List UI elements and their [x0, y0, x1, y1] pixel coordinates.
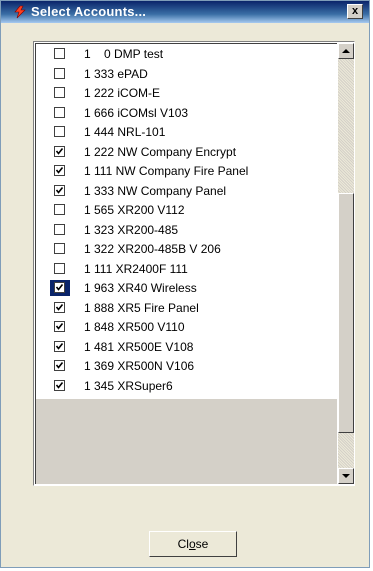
account-checkbox[interactable] — [54, 262, 65, 274]
account-label: 1 111 NW Company Fire Panel — [84, 164, 249, 178]
list-item[interactable]: 1 345 XRSuper6 — [36, 378, 336, 394]
account-checkbox[interactable] — [54, 243, 65, 254]
arrow-up-icon — [342, 49, 350, 53]
list-empty-area — [36, 399, 337, 484]
list-item[interactable]: 1 111 XR2400F 111 — [36, 261, 336, 277]
account-checkbox[interactable] — [54, 321, 65, 332]
account-label: 1 565 XR200 V112 — [84, 203, 185, 217]
account-label: 1 369 XR500N V106 — [84, 359, 195, 373]
account-label: 1 666 iCOMsl V103 — [84, 105, 189, 120]
list-item[interactable]: 1 888 XR5 Fire Panel — [36, 300, 336, 316]
account-checkbox[interactable] — [54, 379, 65, 391]
account-label: 1 0 DMP test — [84, 47, 164, 61]
checkmark-icon — [55, 342, 64, 350]
account-checkbox[interactable] — [54, 360, 65, 371]
account-checkbox[interactable] — [54, 282, 65, 293]
list-item[interactable]: 1 111 NW Company Fire Panel — [36, 163, 336, 179]
list-item[interactable]: 1 565 XR200 V112 — [36, 202, 336, 218]
account-checkbox[interactable] — [54, 106, 65, 118]
list-item[interactable]: 1 444 NRL-101 — [36, 124, 336, 140]
close-button-mnemonic: o — [188, 537, 196, 551]
account-label: 1 345 XRSuper6 — [84, 378, 173, 393]
close-icon: x — [351, 5, 359, 17]
account-label: 1 333 NW Company Panel — [84, 183, 227, 198]
list-item[interactable]: 1 481 XR500E V108 — [36, 339, 336, 355]
checkmark-icon — [55, 323, 64, 330]
list-item[interactable]: 1 322 XR200-485B V 206 — [36, 241, 336, 257]
account-label: 1 888 XR5 Fire Panel — [84, 300, 199, 315]
account-checkbox[interactable] — [54, 204, 65, 215]
list-item[interactable]: 1 666 iCOMsl V103 — [36, 105, 336, 121]
account-label: 1 323 XR200-485 — [84, 222, 179, 237]
list-item[interactable]: 1 0 DMP test — [36, 46, 336, 62]
app-icon — [14, 5, 26, 19]
checkmark-icon — [55, 362, 64, 369]
account-label: 1 963 XR40 Wireless — [84, 281, 197, 295]
title-bar[interactable]: Select Accounts... x — [1, 1, 369, 23]
scroll-down-button[interactable] — [338, 468, 354, 484]
accounts-listbox[interactable]: 1 0 DMP test 1 333 ePAD 1 222 iCOM-E 1 666 … — [33, 41, 355, 486]
account-checkbox[interactable] — [54, 301, 65, 313]
account-checkbox[interactable] — [54, 48, 65, 59]
account-checkbox[interactable] — [54, 145, 65, 157]
close-button-label-prefix: Cl — [177, 537, 189, 551]
close-button-label-suffix: se — [195, 537, 209, 551]
list-item[interactable]: 1 222 iCOM-E — [36, 85, 336, 101]
account-label: 1 322 XR200-485B V 206 — [84, 242, 221, 256]
checkmark-icon — [55, 284, 64, 291]
account-label: 1 848 XR500 V110 — [84, 320, 185, 334]
account-label: 1 222 iCOM-E — [84, 86, 161, 100]
account-checkbox[interactable] — [54, 87, 65, 98]
account-checkbox[interactable] — [54, 165, 65, 176]
close-window-button[interactable]: x — [347, 4, 363, 19]
accounts-list: 1 0 DMP test 1 333 ePAD 1 222 iCOM-E 1 666 … — [35, 43, 337, 484]
list-item[interactable]: 1 963 XR40 Wireless — [36, 280, 336, 296]
account-label: 1 111 XR2400F 111 — [84, 261, 188, 276]
account-label: 1 222 NW Company Encrypt — [84, 144, 237, 159]
scroll-up-button[interactable] — [338, 43, 354, 59]
account-label: 1 481 XR500E V108 — [84, 339, 194, 354]
account-label: 1 444 NRL-101 — [84, 125, 166, 139]
list-item[interactable]: 1 369 XR500N V106 — [36, 358, 336, 374]
checkmark-icon — [55, 147, 64, 155]
account-checkbox[interactable] — [54, 126, 65, 137]
checkmark-icon — [55, 303, 64, 311]
scrollbar-thumb[interactable] — [338, 193, 354, 433]
checkmark-icon — [55, 186, 64, 194]
account-checkbox[interactable] — [54, 340, 65, 352]
account-checkbox[interactable] — [54, 223, 65, 235]
checkmark-icon — [55, 167, 64, 174]
account-checkbox[interactable] — [54, 184, 65, 196]
list-item[interactable]: 1 222 NW Company Encrypt — [36, 144, 336, 160]
arrow-down-icon — [342, 474, 350, 478]
account-label: 1 333 ePAD — [84, 66, 148, 81]
list-item[interactable]: 1 848 XR500 V110 — [36, 319, 336, 335]
list-item[interactable]: 1 333 ePAD — [36, 66, 336, 82]
list-item[interactable]: 1 333 NW Company Panel — [36, 183, 336, 199]
select-accounts-dialog: Select Accounts... x 1 0 DMP test 1 333 e… — [0, 0, 370, 568]
window-title: Select Accounts... — [31, 4, 147, 19]
account-checkbox[interactable] — [54, 67, 65, 79]
vertical-scrollbar[interactable] — [338, 43, 354, 484]
list-item[interactable]: 1 323 XR200-485 — [36, 222, 336, 238]
checkmark-icon — [55, 381, 64, 389]
close-button[interactable]: Close — [149, 531, 237, 557]
